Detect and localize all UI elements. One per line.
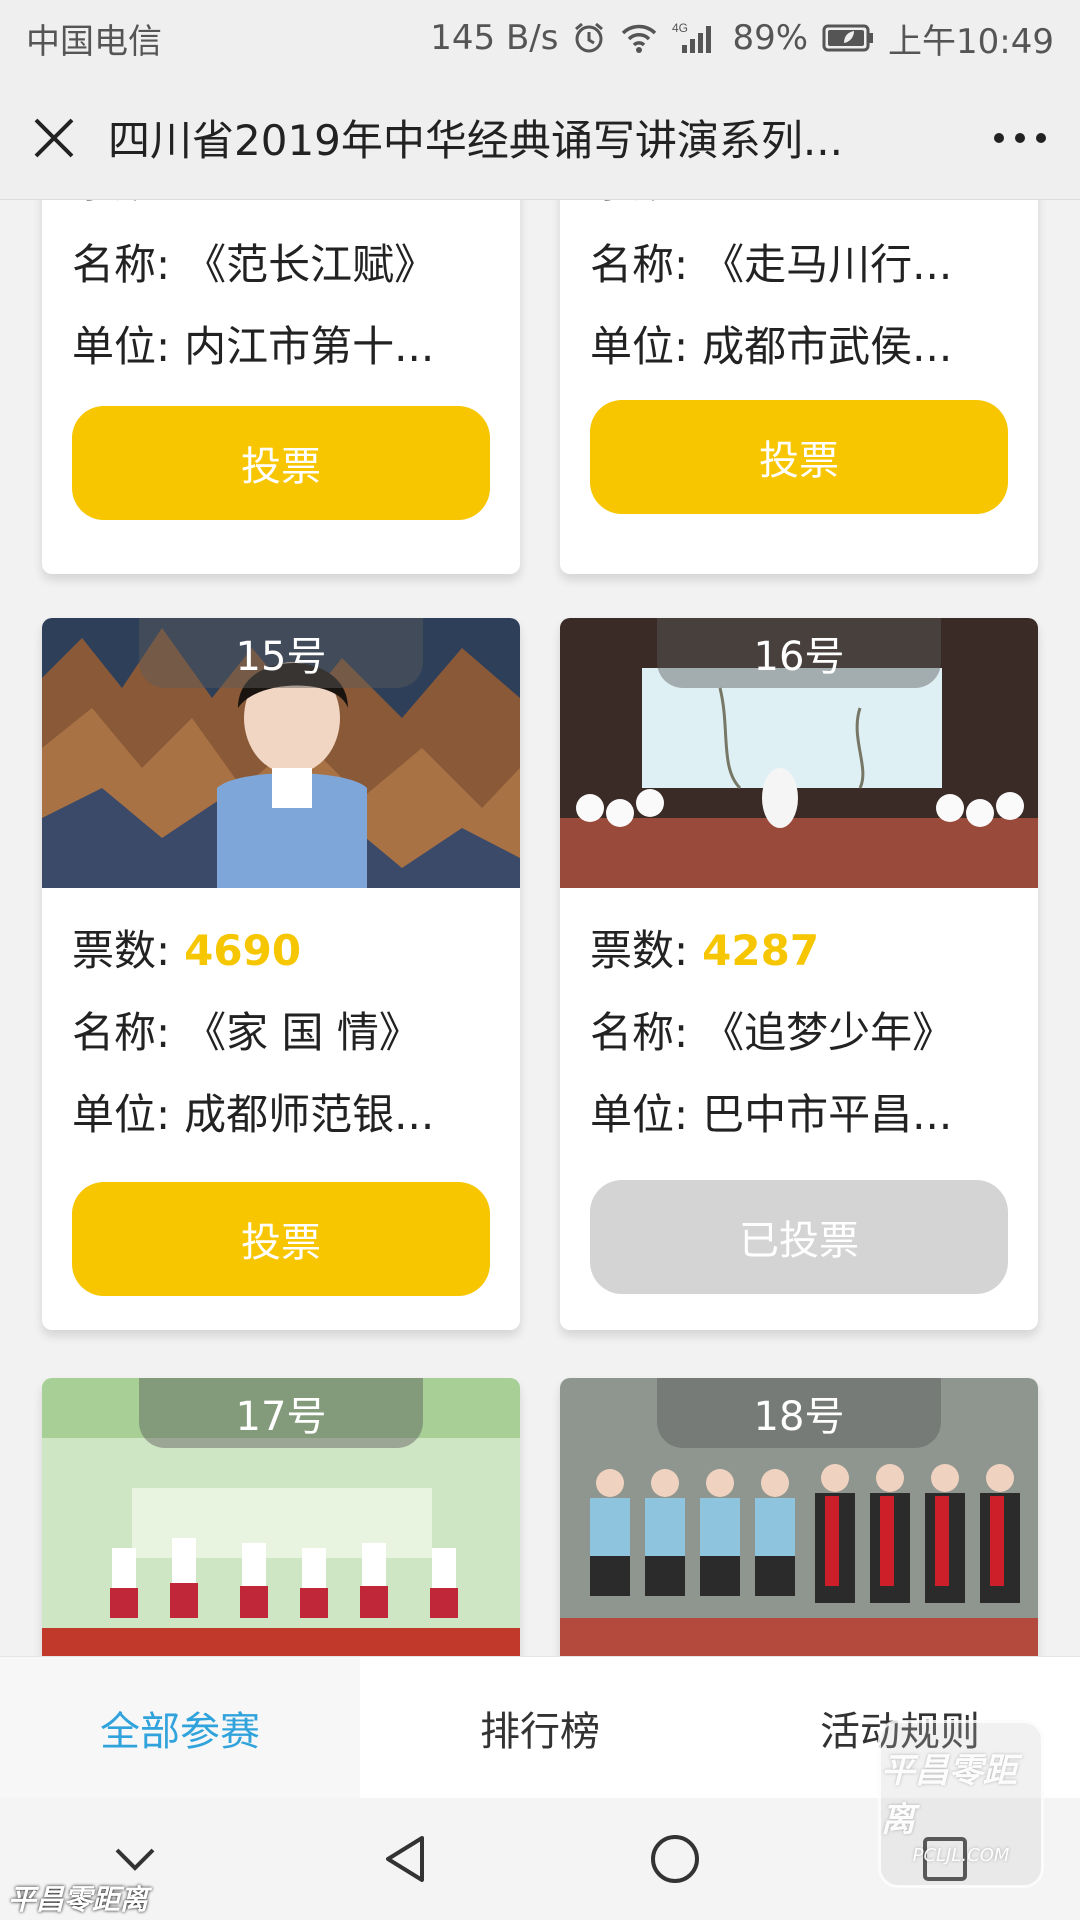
vote-count: 4690 [184, 926, 302, 975]
home-circle-icon [651, 1835, 699, 1883]
contestant-card: 票数:3889 名称:《范长江赋》 单位:内江市第十... 投票 [42, 200, 520, 574]
watermark-site: PCLJL.COM [912, 1844, 1010, 1866]
battery-icon [822, 23, 874, 53]
entry-name: 《走马川行... [702, 240, 953, 289]
close-icon [34, 118, 74, 157]
contestant-card: 15号 票数: 4690 名称: 《家 国 情》 单位: 成都师范银... 投票 [42, 618, 520, 1330]
contestant-number: 15号 [139, 618, 423, 688]
contestant-card: 16号 票数: 4287 名称: 《追梦少年》 单位: 巴中市平昌... 已投票 [560, 618, 1038, 1330]
vote-button[interactable]: 投票 [72, 406, 490, 520]
vote-count: 4287 [702, 926, 820, 975]
carrier-label: 中国电信 [26, 21, 162, 62]
contestant-number: 17号 [139, 1378, 423, 1448]
status-right: 145 B/s 4G 89% 上午10:49 [430, 14, 1054, 63]
votes-row: 票数:6098 [590, 200, 1008, 224]
vote-count: 3889 [184, 200, 301, 207]
battery-percent: 89% [732, 18, 809, 58]
chevron-down-icon [115, 1848, 155, 1871]
tab-ranking[interactable]: 排行榜 [360, 1657, 720, 1798]
contestant-photo[interactable]: 15号 [42, 618, 520, 888]
wifi-icon [620, 22, 658, 54]
watermark-corner: 平昌零距离 [8, 1883, 149, 1916]
entry-unit: 巴中市平昌... [702, 1090, 953, 1139]
back-triangle-icon [386, 1836, 424, 1882]
contestant-number: 18号 [657, 1378, 941, 1448]
tab-all-entries[interactable]: 全部参赛 [0, 1657, 360, 1798]
vote-button[interactable]: 投票 [590, 400, 1008, 514]
status-bar: 中国电信 145 B/s 4G 89% 上午10:49 [0, 0, 1080, 76]
contestant-photo[interactable]: 16号 [560, 618, 1038, 888]
contestant-list[interactable]: 票数:3889 名称:《范长江赋》 单位:内江市第十... 投票 票数:6098… [0, 200, 1080, 1656]
title-bar: 四川省2019年中华经典诵写讲演系列... [0, 76, 1080, 200]
more-button[interactable] [960, 76, 1080, 200]
entry-unit: 成都师范银... [184, 1090, 435, 1139]
contestant-card: 18号 [560, 1378, 1038, 1656]
entry-name: 《范长江赋》 [184, 240, 437, 289]
vote-count: 6098 [702, 200, 819, 207]
votes-row: 票数: 4287 [590, 926, 820, 975]
unit-row: 单位: 成都师范银... [72, 1090, 435, 1139]
unit-row: 单位: 成都市武侯... [590, 322, 953, 371]
contestant-card: 17号 [42, 1378, 520, 1656]
name-row: 名称: 《家 国 情》 [72, 1008, 421, 1057]
page-title: 四川省2019年中华经典诵写讲演系列... [108, 116, 843, 165]
contestant-number: 16号 [657, 618, 941, 688]
entry-name: 《家 国 情》 [184, 1008, 421, 1057]
watermark-logo: 平昌零距离 PCLJL.COM [878, 1720, 1044, 1888]
network-type: 4G [672, 21, 688, 35]
unit-row: 单位: 巴中市平昌... [590, 1090, 953, 1139]
clock: 上午10:49 [888, 21, 1054, 62]
alarm-icon [572, 21, 606, 55]
contestant-photo[interactable]: 17号 [42, 1378, 520, 1656]
voted-button[interactable]: 已投票 [590, 1180, 1008, 1294]
name-row: 名称: 《追梦少年》 [590, 1008, 955, 1057]
votes-row: 票数: 4690 [72, 926, 302, 975]
unit-row: 单位: 内江市第十... [72, 322, 435, 371]
contestant-photo[interactable]: 18号 [560, 1378, 1038, 1656]
name-row: 名称: 《走马川行... [590, 240, 953, 289]
entry-unit: 内江市第十... [184, 322, 435, 371]
votes-row: 票数:3889 [72, 200, 490, 224]
contestant-card: 票数:6098 名称:《走马川行... 单位:成都市武侯... 投票 [560, 200, 1038, 574]
network-speed: 145 B/s [430, 18, 559, 58]
more-icon [994, 132, 1046, 143]
back-button[interactable] [345, 1809, 465, 1909]
vote-button[interactable]: 投票 [72, 1182, 490, 1296]
signal-icon: 4G [672, 21, 718, 55]
watermark-title: 平昌零距离 [881, 1750, 1017, 1840]
entry-name: 《追梦少年》 [702, 1008, 955, 1057]
close-button[interactable] [0, 76, 108, 200]
home-button[interactable] [615, 1809, 735, 1909]
name-row: 名称: 《范长江赋》 [72, 240, 437, 289]
entry-unit: 成都市武侯... [702, 322, 953, 371]
